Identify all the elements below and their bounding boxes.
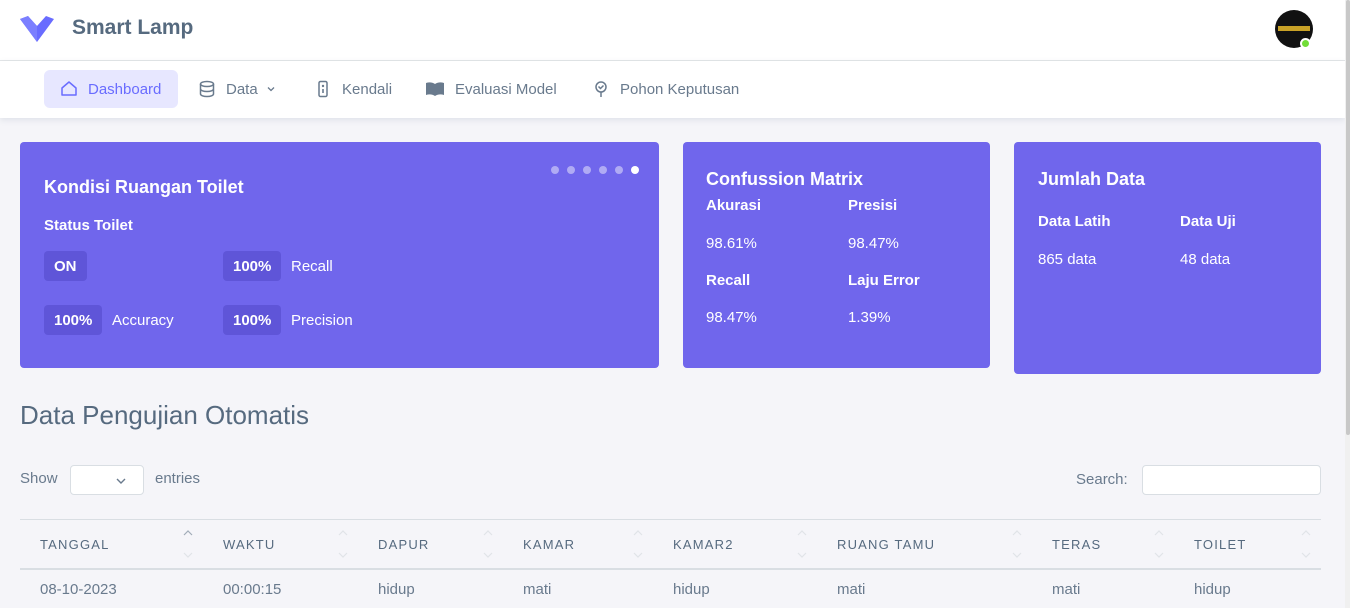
column-header-teras[interactable]: TERAS	[1052, 537, 1101, 552]
sort-icon[interactable]	[338, 529, 348, 559]
confusion-title: Confussion Matrix	[706, 169, 864, 189]
carousel-dot[interactable]	[583, 166, 591, 174]
table-cell: mati	[837, 581, 866, 598]
menu-item-evaluasi-model[interactable]: Evaluasi Model	[409, 70, 571, 108]
menu-item-label: Evaluasi Model	[455, 80, 557, 98]
status-badge: ON	[44, 251, 87, 281]
search-label: Search:	[1076, 471, 1128, 488]
app-name[interactable]: Smart Lamp	[72, 16, 193, 40]
recall-label: Recall	[291, 258, 333, 275]
menu-item-label: Data	[226, 80, 258, 98]
precision-label: Precision	[291, 312, 353, 329]
data-uji-value: 48 data	[1180, 251, 1231, 268]
recall-label: Recall	[706, 272, 751, 289]
jumlah-title: Jumlah Data	[1038, 169, 1146, 189]
table-cell: hidup	[673, 581, 710, 598]
database-icon	[199, 80, 215, 98]
column-header-toilet[interactable]: TOILET	[1194, 537, 1246, 552]
chevron-down-icon	[116, 478, 126, 484]
data-latih-value: 865 data	[1038, 251, 1097, 268]
column-header-kamar[interactable]: KAMAR	[523, 537, 575, 552]
home-icon	[61, 81, 77, 96]
column-header-dapur[interactable]: DAPUR	[378, 537, 430, 552]
status-label: Status Toilet	[44, 217, 133, 234]
table-cell: 00:00:15	[223, 581, 282, 598]
laju-error-value: 1.39%	[848, 309, 891, 326]
table-header: TANGGAL WAKTU DAPUR KAMAR KAMAR2 RUANG T…	[20, 519, 1321, 570]
menu-item-pohon-keputusan[interactable]: Pohon Keputusan	[576, 70, 753, 108]
carousel-dot[interactable]	[567, 166, 575, 174]
table-row: 08-10-2023 00:00:15 hidup mati hidup mat…	[20, 570, 1321, 608]
laju-error-label: Laju Error	[848, 272, 920, 289]
table-cell: hidup	[378, 581, 415, 598]
kondisi-title: Kondisi Ruangan Toilet	[44, 177, 244, 197]
menu-item-label: Pohon Keputusan	[620, 80, 740, 98]
menu-item-data[interactable]: Data	[182, 70, 290, 108]
confusion-matrix-card: Confussion Matrix Akurasi Presisi 98.61%…	[683, 142, 990, 368]
entries-select[interactable]	[70, 465, 144, 495]
column-header-tanggal[interactable]: TANGGAL	[40, 537, 110, 552]
carousel-dot[interactable]	[599, 166, 607, 174]
section-title: Data Pengujian Otomatis	[20, 400, 310, 430]
scrollbar-thumb[interactable]	[1346, 0, 1350, 435]
carousel-dot[interactable]	[615, 166, 623, 174]
menu-item-label: Kendali	[342, 80, 393, 98]
accuracy-label: Accuracy	[112, 312, 174, 329]
chevron-down-icon	[267, 87, 275, 92]
brand-logo-icon[interactable]	[20, 16, 54, 42]
book-icon	[426, 82, 444, 96]
main-menu: Dashboard Data Kendali Evaluasi Model Po…	[0, 61, 1345, 118]
menu-item-dashboard[interactable]: Dashboard	[44, 70, 178, 108]
table-cell: mati	[523, 581, 552, 598]
top-navbar: Smart Lamp	[0, 0, 1345, 61]
sort-icon[interactable]	[1154, 529, 1164, 559]
column-header-ruang-tamu[interactable]: RUANG TAMU	[837, 537, 935, 552]
data-latih-label: Data Latih	[1038, 213, 1111, 230]
table-cell: mati	[1052, 581, 1081, 598]
remote-icon	[318, 80, 328, 98]
presisi-label: Presisi	[848, 197, 898, 214]
table-cell: 08-10-2023	[40, 581, 117, 598]
table-cell: hidup	[1194, 581, 1231, 598]
entries-label: entries	[155, 470, 201, 487]
accuracy-badge: 100%	[44, 305, 103, 335]
menu-item-kendali[interactable]: Kendali	[298, 70, 406, 108]
akurasi-value: 98.61%	[706, 235, 757, 252]
sort-icon[interactable]	[1301, 529, 1311, 559]
data-uji-label: Data Uji	[1180, 213, 1236, 230]
carousel-dot-active[interactable]	[631, 166, 639, 174]
recall-value: 98.47%	[706, 309, 757, 326]
recall-badge: 100%	[223, 251, 282, 281]
sort-icon[interactable]	[797, 529, 807, 559]
online-status-icon	[1300, 38, 1311, 49]
show-label: Show	[20, 470, 58, 487]
column-header-kamar2[interactable]: KAMAR2	[673, 537, 734, 552]
akurasi-label: Akurasi	[706, 197, 762, 214]
sort-icon[interactable]	[633, 529, 643, 559]
carousel-indicators	[551, 166, 639, 174]
kondisi-card: Kondisi Ruangan Toilet Status Toilet ON …	[20, 142, 659, 368]
data-table: TANGGAL WAKTU DAPUR KAMAR KAMAR2 RUANG T…	[20, 519, 1321, 608]
sort-icon[interactable]	[1012, 529, 1022, 559]
carousel-dot[interactable]	[551, 166, 559, 174]
presisi-value: 98.47%	[848, 235, 899, 252]
column-header-waktu[interactable]: WAKTU	[223, 537, 275, 552]
sort-icon[interactable]	[483, 529, 493, 559]
sort-icon[interactable]	[183, 529, 193, 559]
precision-badge: 100%	[223, 305, 282, 335]
menu-item-label: Dashboard	[88, 80, 162, 98]
tree-icon	[595, 81, 607, 97]
search-input[interactable]	[1142, 465, 1321, 495]
jumlah-data-card: Jumlah Data Data Latih Data Uji 865 data…	[1014, 142, 1321, 374]
